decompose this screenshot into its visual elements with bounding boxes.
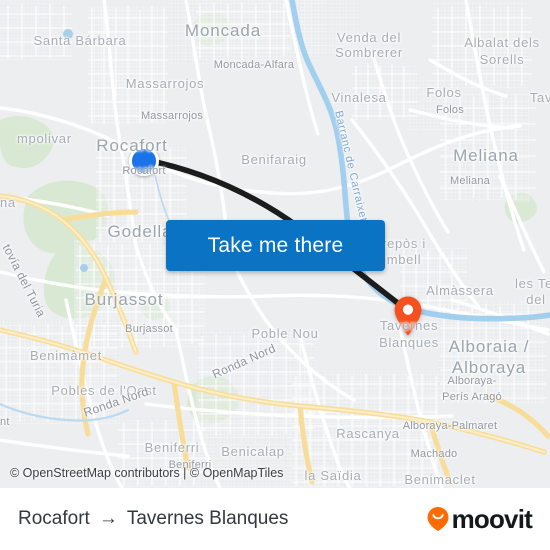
map-canvas[interactable]: Santa Bárbara Moncada Moncada-Alfara Venda … [0, 0, 550, 488]
route-summary: Rocafort → Tavernes Blanques [18, 508, 288, 530]
origin-marker-icon[interactable] [129, 146, 159, 176]
take-me-there-button[interactable]: Take me there [166, 220, 385, 271]
route-destination-label: Tavernes Blanques [126, 508, 289, 529]
footer-bar: Rocafort → Tavernes Blanques moovit [0, 488, 550, 550]
route-arrow-icon: → [98, 508, 118, 529]
destination-marker-icon[interactable] [393, 295, 423, 337]
moovit-wordmark: moovit [451, 503, 533, 534]
route-origin-label: Rocafort [18, 508, 90, 529]
moovit-pin-icon [427, 507, 449, 531]
map-attribution: © OpenStreetMap contributors | © OpenMap… [10, 466, 284, 480]
moovit-route-card: Santa Bárbara Moncada Moncada-Alfara Venda … [0, 0, 550, 550]
moovit-logo[interactable]: moovit [426, 503, 533, 535]
